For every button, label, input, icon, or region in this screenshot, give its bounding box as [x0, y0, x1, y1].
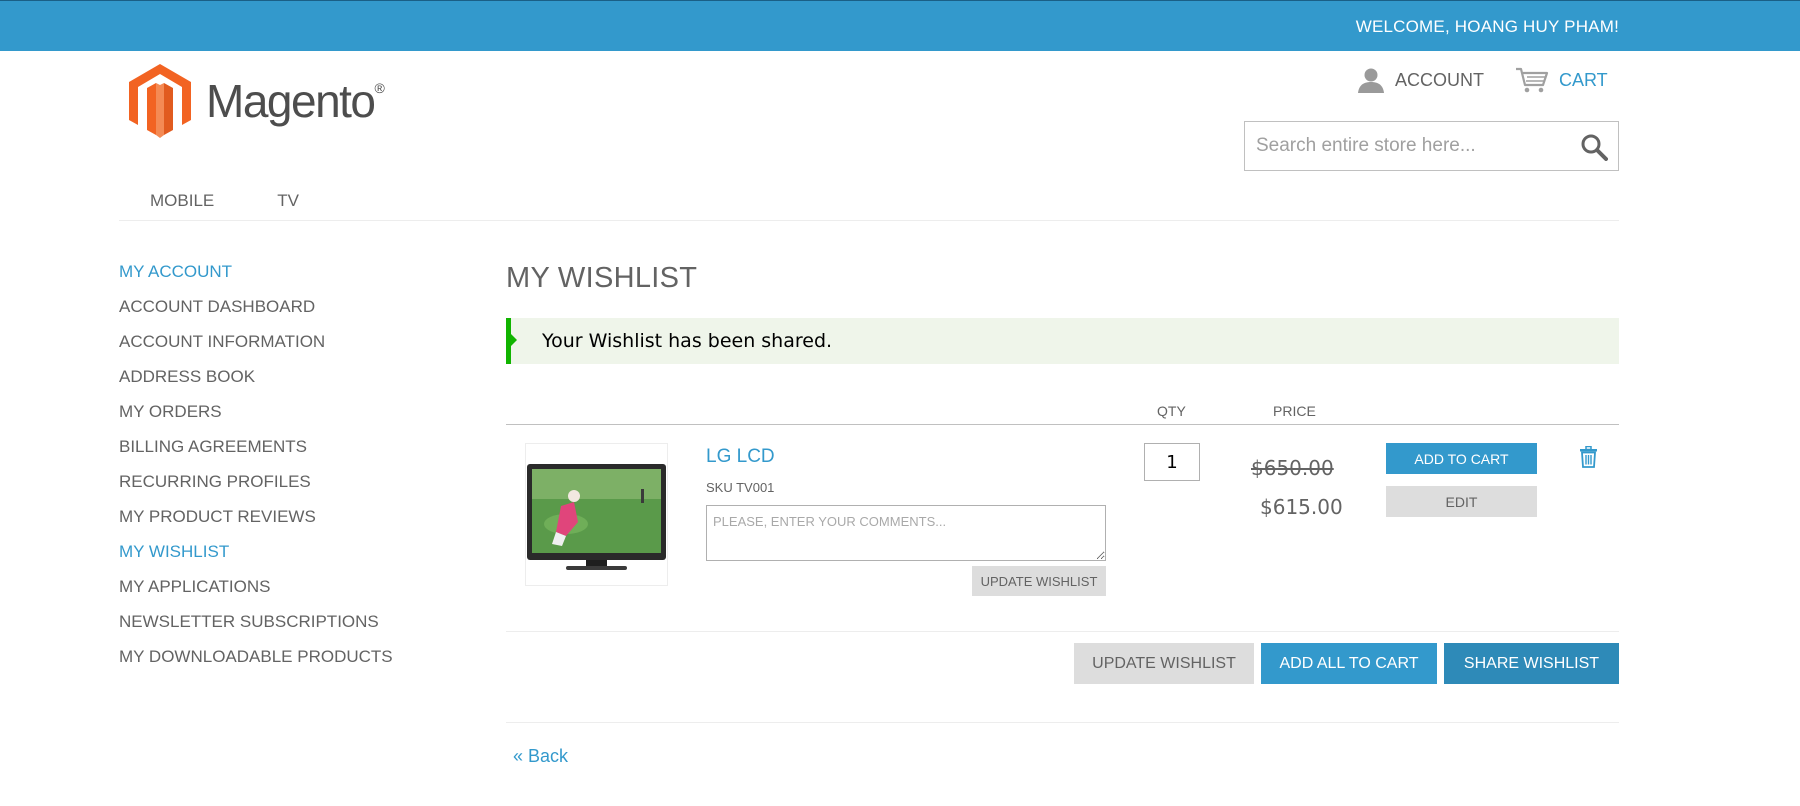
welcome-bar: WELCOME, HOANG HUY PHAM!	[0, 0, 1800, 51]
search-input[interactable]	[1245, 122, 1565, 170]
sidebar-title: MY ACCOUNT	[119, 262, 233, 281]
old-price: $650.00	[1251, 456, 1334, 480]
account-sidebar: MY ACCOUNT ACCOUNT DASHBOARD ACCOUNT INF…	[119, 262, 393, 682]
cart-icon	[1516, 67, 1549, 93]
success-arrow-icon	[510, 333, 517, 347]
success-message-text: Your Wishlist has been shared.	[542, 330, 833, 352]
sidebar-item-recurring-profiles[interactable]: RECURRING PROFILES	[119, 472, 393, 507]
sidebar-item-my-wishlist[interactable]: MY WISHLIST	[119, 542, 393, 577]
page-title: MY WISHLIST	[506, 262, 698, 294]
search-icon[interactable]	[1580, 133, 1608, 161]
update-wishlist-item-button[interactable]: UPDATE WISHLIST	[972, 566, 1106, 596]
magento-logo[interactable]: Magento®	[129, 64, 385, 138]
sidebar-item-account-information[interactable]: ACCOUNT INFORMATION	[119, 332, 393, 367]
search-box	[1244, 121, 1619, 171]
product-sku: SKU TV001	[706, 480, 775, 495]
trash-icon[interactable]	[1579, 446, 1598, 468]
table-header-divider	[506, 424, 1619, 425]
cart-link[interactable]: CART	[1515, 66, 1608, 94]
update-wishlist-button[interactable]: UPDATE WISHLIST	[1074, 643, 1254, 684]
back-link[interactable]: « Back	[513, 746, 568, 767]
column-header-qty: QTY	[1157, 403, 1186, 419]
table-footer-divider	[506, 631, 1619, 632]
comment-field[interactable]	[706, 505, 1106, 561]
add-to-cart-button[interactable]: ADD TO CART	[1386, 443, 1537, 474]
edit-button[interactable]: EDIT	[1386, 486, 1537, 517]
sidebar-item-account-dashboard[interactable]: ACCOUNT DASHBOARD	[119, 297, 393, 332]
account-link[interactable]: ACCOUNT	[1357, 66, 1484, 94]
sidebar-item-newsletter-subscriptions[interactable]: NEWSLETTER SUBSCRIPTIONS	[119, 612, 393, 647]
share-wishlist-button[interactable]: SHARE WISHLIST	[1444, 643, 1619, 684]
product-name-link[interactable]: LG LCD	[706, 446, 775, 468]
product-image[interactable]	[525, 443, 668, 586]
sidebar-item-address-book[interactable]: ADDRESS BOOK	[119, 367, 393, 402]
main-nav: MOBILE TV	[150, 191, 299, 211]
add-all-to-cart-button[interactable]: ADD ALL TO CART	[1261, 643, 1437, 684]
nav-divider	[119, 220, 1619, 221]
user-icon	[1358, 68, 1384, 93]
sidebar-item-my-product-reviews[interactable]: MY PRODUCT REVIEWS	[119, 507, 393, 542]
welcome-message: WELCOME, HOANG HUY PHAM!	[1355, 17, 1619, 36]
back-divider	[506, 722, 1619, 723]
special-price: $615.00	[1260, 495, 1343, 519]
sidebar-item-my-applications[interactable]: MY APPLICATIONS	[119, 577, 393, 612]
column-header-price: PRICE	[1273, 403, 1316, 419]
magento-logo-icon	[129, 64, 191, 138]
sidebar-item-my-downloadable-products[interactable]: MY DOWNLOADABLE PRODUCTS	[119, 647, 393, 682]
nav-item-tv[interactable]: TV	[277, 191, 299, 211]
tv-product-image	[527, 464, 666, 570]
qty-input[interactable]	[1144, 443, 1200, 481]
sidebar-item-my-orders[interactable]: MY ORDERS	[119, 402, 393, 437]
nav-item-mobile[interactable]: MOBILE	[150, 191, 214, 211]
success-message: Your Wishlist has been shared.	[506, 318, 1619, 364]
cart-label: CART	[1559, 69, 1608, 90]
account-label: ACCOUNT	[1395, 69, 1484, 90]
logo-text: Magento®	[206, 75, 385, 127]
sidebar-item-billing-agreements[interactable]: BILLING AGREEMENTS	[119, 437, 393, 472]
